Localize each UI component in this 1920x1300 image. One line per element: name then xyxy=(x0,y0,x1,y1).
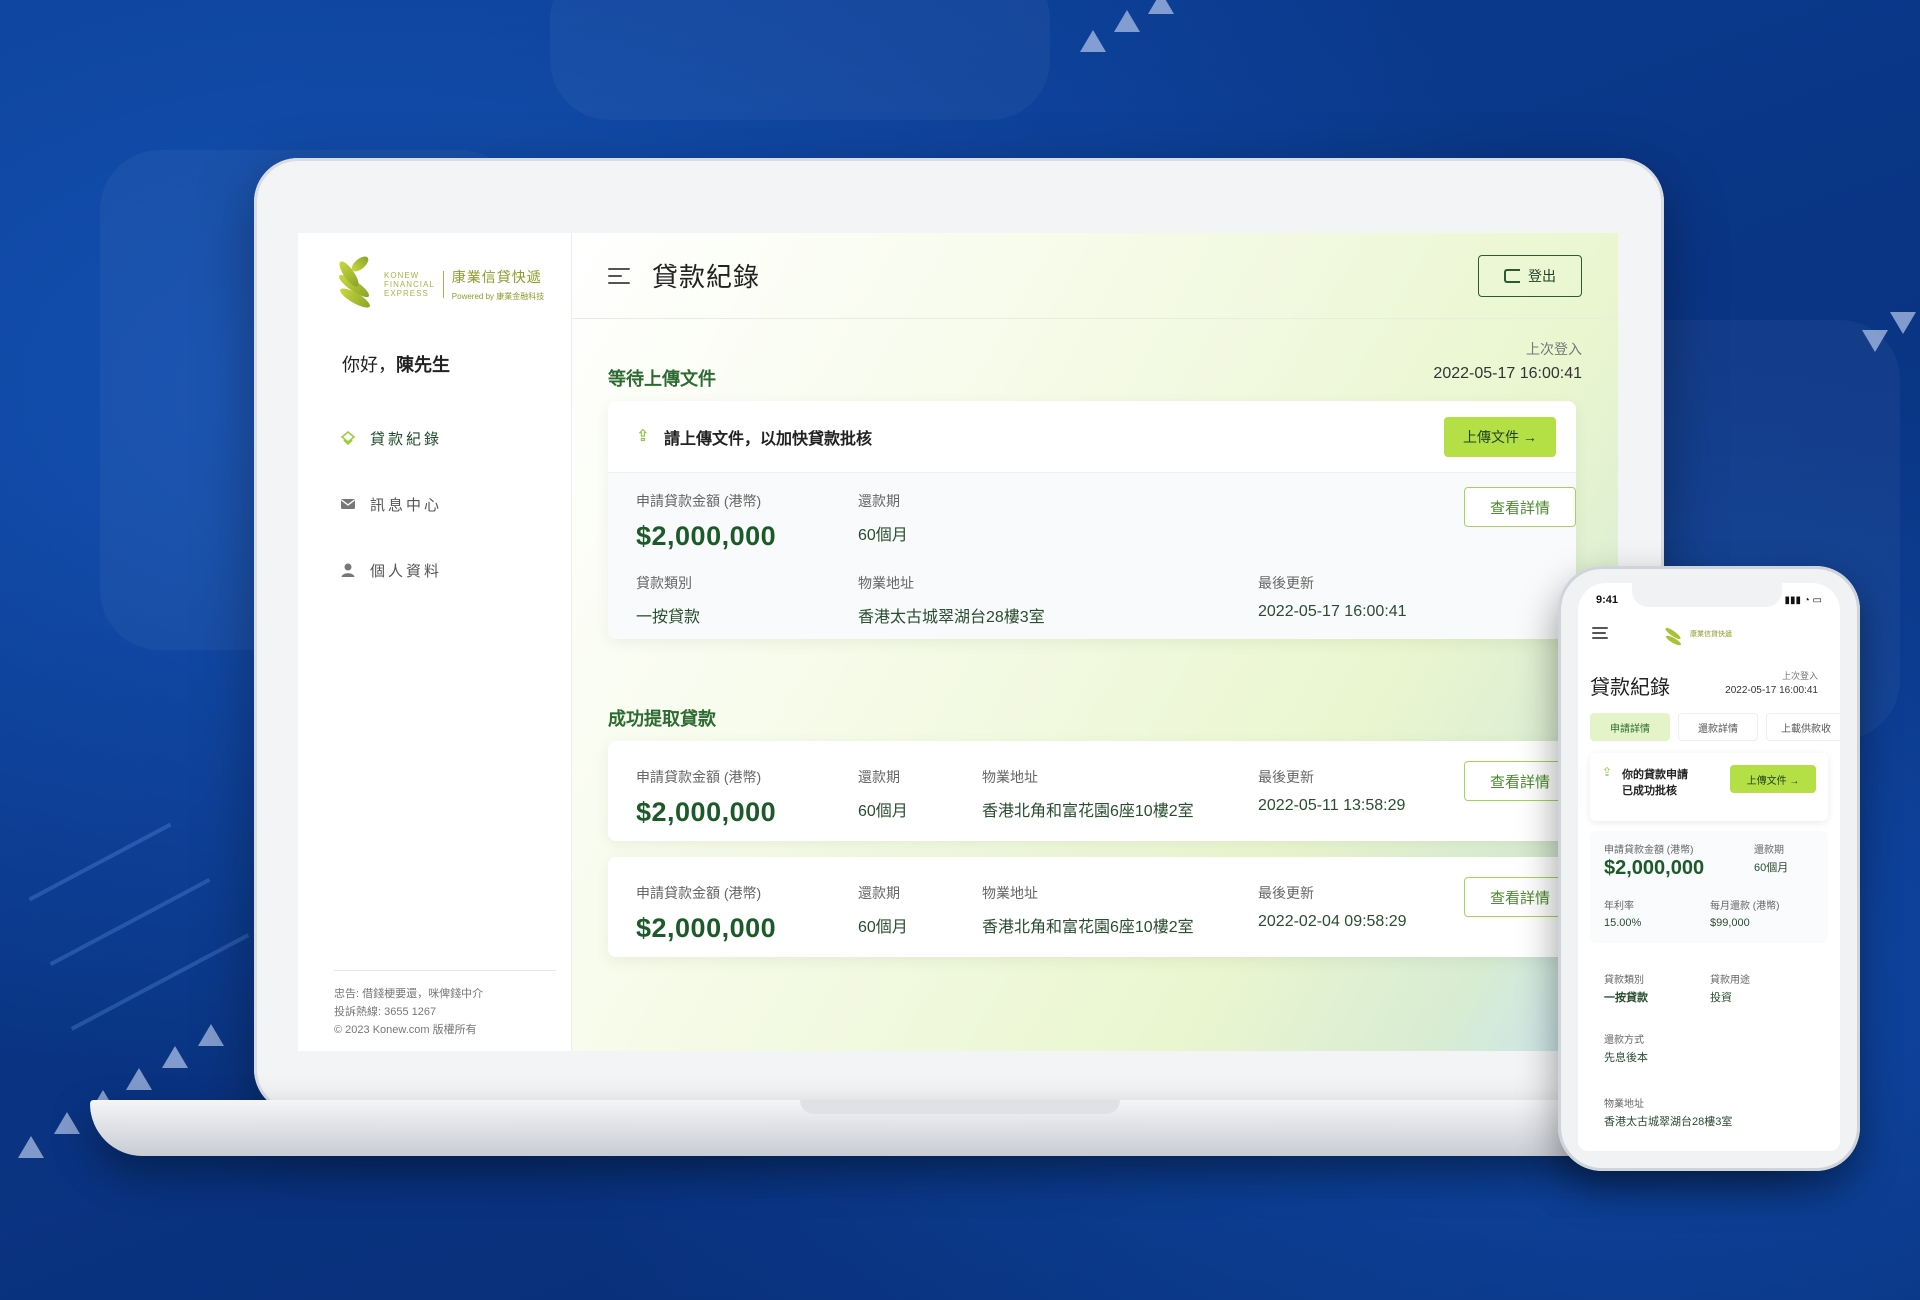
decor-triangle xyxy=(162,1046,188,1068)
sidebar-item-label: 貸款紀錄 xyxy=(370,430,443,448)
tab-upload-receipt[interactable]: 上載供款收 xyxy=(1766,713,1840,741)
last-login: 上次登入 2022-05-17 16:00:41 xyxy=(1433,339,1582,383)
status-time: 9:41 xyxy=(1596,594,1619,606)
updated-field: 最後更新 2022-05-11 13:58:29 xyxy=(1258,769,1406,814)
section-title-success: 成功提取貸款 xyxy=(608,709,716,729)
decor-triangle xyxy=(54,1112,80,1134)
decor-triangle xyxy=(1890,312,1916,334)
sidebar-item-profile[interactable]: 個人資料 xyxy=(340,537,442,603)
address-value: 香港太古城翠湖台28樓3室 xyxy=(1604,1116,1733,1128)
laptop-notch xyxy=(800,1100,1120,1114)
amount-field: 申請貸款金額 (港幣) $2,000,000 xyxy=(636,769,777,827)
tab-bar: 申請詳情 還款詳情 上載供款收 xyxy=(1590,713,1840,741)
address-field: 物業地址 香港北角和富花園6座10樓2室 xyxy=(982,885,1194,936)
logo-chinese: 康業信貸快遞 xyxy=(1690,631,1732,638)
footer-copyright: © 2023 Konew.com 版權所有 xyxy=(334,1024,477,1036)
updated-field: 最後更新 2022-05-17 16:00:41 xyxy=(1258,575,1407,620)
term-field: 還款期 60個月 xyxy=(858,885,908,936)
upload-icon: ⇪ xyxy=(636,427,650,445)
purpose-label: 貸款用途 xyxy=(1710,975,1750,986)
logout-icon xyxy=(1504,269,1520,283)
phone-notch xyxy=(1632,583,1782,607)
last-login-label: 上次登入 xyxy=(1526,341,1582,357)
upload-icon: ⇪ xyxy=(1602,765,1613,779)
method-value: 先息後本 xyxy=(1604,1052,1648,1064)
logout-label: 登出 xyxy=(1528,268,1556,284)
loan-amount: $2,000,000 xyxy=(636,521,777,551)
bamboo-logo-icon xyxy=(1662,619,1684,649)
bg-shape xyxy=(550,0,1050,120)
upload-documents-button[interactable]: 上傳文件 → xyxy=(1730,765,1816,793)
loan-amount: $2,000,000 xyxy=(636,797,777,827)
type-value: 一按貸款 xyxy=(1604,992,1648,1004)
loan-record-card: 申請貸款金額 (港幣) $2,000,000 還款期 60個月 物業地址 香港北… xyxy=(608,857,1576,957)
user-icon xyxy=(340,562,356,578)
amount-field: 申請貸款金額 (港幣) $2,000,000 xyxy=(636,885,777,943)
decor-triangle xyxy=(1114,10,1140,32)
loan-amount: $2,000,000 xyxy=(636,913,777,943)
mail-icon xyxy=(340,496,356,512)
purpose-value: 投資 xyxy=(1710,992,1732,1004)
section-title-pending: 等待上傳文件 xyxy=(608,369,716,389)
laptop-screen: KONEW FINANCIAL EXPRESS 康業信貸快遞 Powered b… xyxy=(298,233,1618,1051)
phone-screen: 9:41 ▮▮▮ ◔ ▭ 康業信貸快遞 貸款紀錄 上次登入 2022-05-17… xyxy=(1578,583,1840,1151)
page-title: 貸款紀錄 xyxy=(1590,677,1670,699)
term-field: 還款期 60個月 xyxy=(858,769,908,820)
address-field: 物業地址 香港北角和富花園6座10樓2室 xyxy=(982,769,1194,820)
decor-triangle xyxy=(18,1136,44,1158)
decor-triangle xyxy=(198,1024,224,1046)
updated-field: 最後更新 2022-02-04 09:58:29 xyxy=(1258,885,1407,930)
loan-summary: 申請貸款金額 (港幣) $2,000,000 還款期 60個月 年利率 15.0… xyxy=(1590,831,1828,943)
type-field: 貸款類別 一按貸款 xyxy=(636,575,701,626)
loan-icon xyxy=(340,430,356,446)
bamboo-logo-icon xyxy=(332,251,376,317)
sidebar-item-messages[interactable]: 訊息中心 xyxy=(340,471,442,537)
pending-loan-details: 申請貸款金額 (港幣) $2,000,000 還款期 60個月 貸款類別 一按貸… xyxy=(608,473,1576,639)
decor-triangle xyxy=(126,1068,152,1090)
battery-icon: ▮▮▮ ◔ ▭ xyxy=(1784,594,1822,606)
tab-application-details[interactable]: 申請詳情 xyxy=(1590,713,1670,741)
menu-icon[interactable] xyxy=(1592,627,1608,639)
page-title: 貸款紀錄 xyxy=(652,262,761,292)
brand-logo: 康業信貸快遞 xyxy=(1662,619,1732,649)
menu-icon[interactable] xyxy=(608,267,630,284)
last-login-value: 2022-05-17 16:00:41 xyxy=(1433,365,1582,382)
sidebar-item-label: 個人資料 xyxy=(370,562,443,580)
tab-repayment-details[interactable]: 還款詳情 xyxy=(1678,713,1758,741)
last-login-value: 2022-05-17 16:00:41 xyxy=(1725,685,1818,696)
amount-field: 申請貸款金額 (港幣) $2,000,000 xyxy=(636,493,777,551)
loan-record-card: 申請貸款金額 (港幣) $2,000,000 還款期 60個月 物業地址 香港北… xyxy=(608,741,1576,841)
address-label: 物業地址 xyxy=(1604,1099,1644,1110)
decor-triangle xyxy=(1862,330,1888,352)
approval-notice-text: 你的貸款申請 已成功批核 xyxy=(1622,769,1688,797)
term-field: 還款期 60個月 xyxy=(858,493,908,544)
sidebar-footer: 忠告: 借錢梗要還，咪俾錢中介 投訴熱線: 3655 1267 © 2023 K… xyxy=(334,970,556,1039)
upload-notice: ⇪ 請上傳文件，以加快貸款批核 xyxy=(608,401,1576,473)
sidebar-nav: 貸款紀錄 訊息中心 個人資料 xyxy=(340,405,442,603)
upload-documents-button[interactable]: 上傳文件 → xyxy=(1444,417,1556,457)
logo-english: KONEW FINANCIAL EXPRESS xyxy=(384,270,444,298)
type-label: 貸款類別 xyxy=(1604,975,1644,986)
top-bar: 貸款紀錄 登出 xyxy=(572,233,1618,319)
view-details-button[interactable]: 查看詳情 xyxy=(1464,487,1576,527)
address-field: 物業地址 香港太古城翠湖台28樓3室 xyxy=(858,575,1045,626)
sidebar-item-loan-records[interactable]: 貸款紀錄 xyxy=(340,405,442,471)
method-label: 還款方式 xyxy=(1604,1035,1644,1046)
upload-notice-text: 請上傳文件，以加快貸款批核 xyxy=(664,430,873,448)
approval-notice: ⇪ 你的貸款申請 已成功批核 上傳文件 → xyxy=(1590,753,1828,821)
loan-amount: $2,000,000 xyxy=(1604,857,1705,879)
pending-loan-card: ⇪ 請上傳文件，以加快貸款批核 上傳文件 → 申請貸款金額 (港幣) $2,00… xyxy=(608,401,1576,639)
footer-warning: 忠告: 借錢梗要還，咪俾錢中介 xyxy=(334,988,484,1000)
logout-button[interactable]: 登出 xyxy=(1478,255,1582,297)
decor-triangle xyxy=(1080,30,1106,52)
decor-triangle xyxy=(1148,0,1174,14)
brand-logo[interactable]: KONEW FINANCIAL EXPRESS 康業信貸快遞 Powered b… xyxy=(332,251,544,317)
last-login-label: 上次登入 xyxy=(1781,671,1818,681)
logo-chinese: 康業信貸快遞 Powered by 康業金融科技 xyxy=(451,268,545,301)
main-content: 貸款紀錄 登出 上次登入 2022-05-17 16:00:41 等待上傳文件 … xyxy=(572,233,1618,1051)
footer-hotline: 投訴熱線: 3655 1267 xyxy=(334,1006,437,1018)
sidebar-item-label: 訊息中心 xyxy=(370,496,443,514)
user-greeting: 你好，陳先生 xyxy=(342,355,450,375)
sidebar: KONEW FINANCIAL EXPRESS 康業信貸快遞 Powered b… xyxy=(298,233,572,1051)
